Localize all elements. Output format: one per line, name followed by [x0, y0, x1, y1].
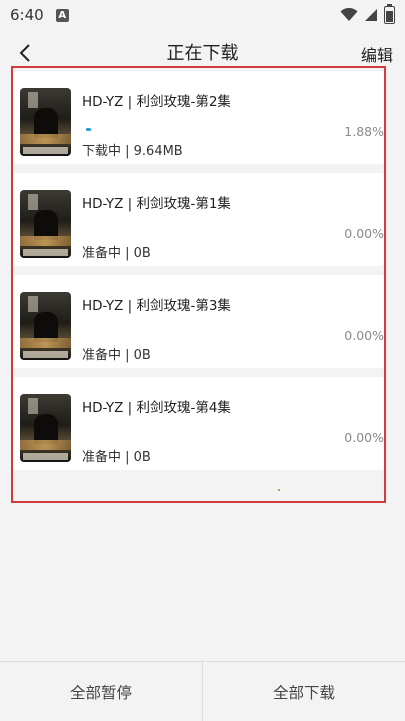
notification-badge: A: [55, 8, 69, 22]
download-status: 下载中 | 9.64MB: [82, 144, 183, 159]
progress-bar: [86, 434, 346, 437]
status-right: [340, 4, 395, 24]
episode-title: HD-YZ | 利剑玫瑰-第2集: [82, 94, 231, 110]
loading-dot: [278, 489, 280, 491]
status-bar: 6:40 A: [0, 0, 405, 30]
progress-percent: 1.88%: [344, 124, 384, 139]
progress-bar: [86, 230, 346, 233]
progress-percent: 0.00%: [344, 430, 384, 445]
pause-all-button[interactable]: 全部暂停: [0, 662, 202, 721]
download-item[interactable]: HD-YZ | 利剑玫瑰-第3集 0.00% 准备中 | 0B: [13, 275, 384, 368]
progress-fill: [86, 128, 91, 131]
cell-signal-icon: [365, 9, 377, 21]
episode-title: HD-YZ | 利剑玫瑰-第4集: [82, 400, 231, 416]
episode-poster: [20, 190, 71, 258]
chevron-left-icon: [19, 44, 30, 62]
download-item[interactable]: HD-YZ | 利剑玫瑰-第4集 0.00% 准备中 | 0B: [13, 377, 384, 470]
download-status: 准备中 | 0B: [82, 450, 151, 465]
status-left: 6:40 A: [10, 6, 69, 24]
episode-poster: [20, 292, 71, 360]
back-button[interactable]: [10, 38, 40, 68]
bottom-action-bar: 全部暂停 全部下载: [0, 661, 405, 721]
page-title: 正在下载: [166, 43, 239, 64]
episode-title: HD-YZ | 利剑玫瑰-第1集: [82, 196, 231, 212]
progress-bar: [86, 128, 346, 131]
progress-percent: 0.00%: [344, 226, 384, 241]
download-item[interactable]: HD-YZ | 利剑玫瑰-第1集 0.00% 准备中 | 0B: [13, 173, 384, 266]
edit-button[interactable]: 编辑: [361, 42, 393, 66]
download-status: 准备中 | 0B: [82, 246, 151, 261]
download-item[interactable]: HD-YZ | 利剑玫瑰-第2集 1.88% 下载中 | 9.64MB: [13, 71, 384, 164]
progress-percent: 0.00%: [344, 328, 384, 343]
episode-poster: [20, 88, 71, 156]
download-all-button[interactable]: 全部下载: [203, 662, 405, 721]
progress-bar: [86, 332, 346, 335]
episode-poster: [20, 394, 71, 462]
wifi-icon: [340, 8, 358, 21]
status-time: 6:40: [10, 6, 44, 24]
episode-title: HD-YZ | 利剑玫瑰-第3集: [82, 298, 231, 314]
battery-icon: [384, 4, 395, 24]
download-status: 准备中 | 0B: [82, 348, 151, 363]
